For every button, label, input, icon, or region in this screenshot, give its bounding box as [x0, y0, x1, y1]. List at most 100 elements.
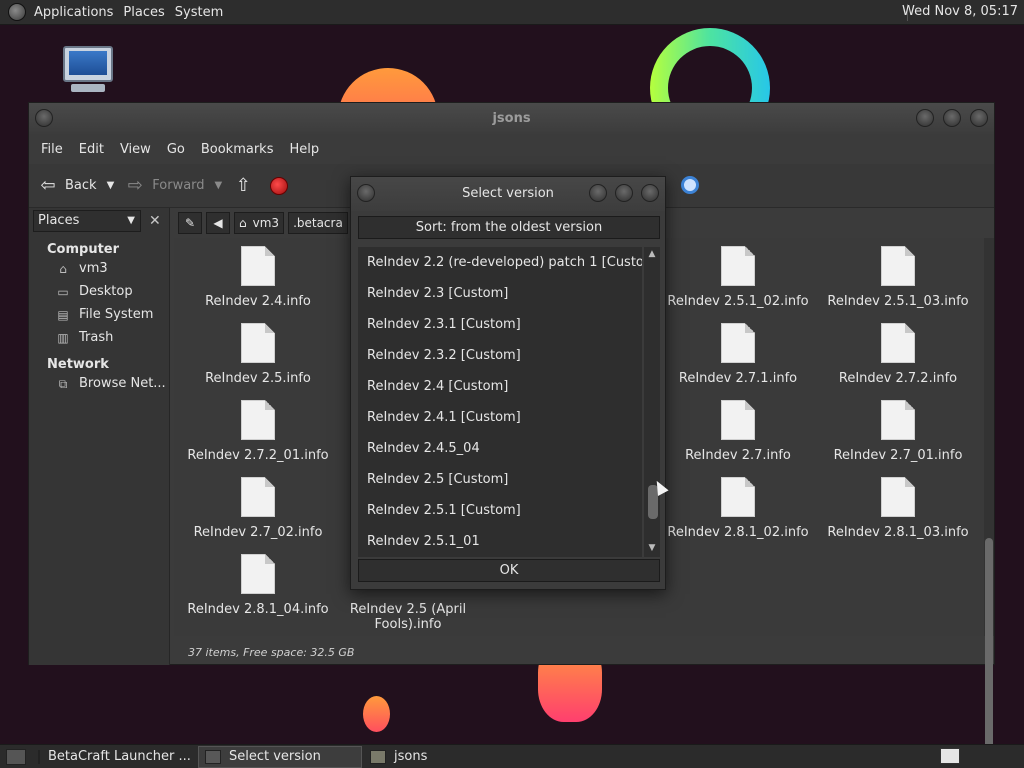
show-desktop-button[interactable]: [6, 748, 26, 765]
home-icon: ⌂: [59, 261, 67, 276]
path-folder-button[interactable]: .betacra: [288, 212, 348, 234]
sidebar-item-desktop[interactable]: ▭ Desktop: [29, 280, 169, 303]
document-icon: [881, 400, 915, 440]
document-icon: [241, 477, 275, 517]
version-item[interactable]: ReIndev 2.4 [Custom]: [358, 371, 642, 402]
search-icon[interactable]: [681, 176, 699, 194]
sidebar: Places ▼ ✕ Computer ⌂ vm3 ▭ Desktop ▤ Fi…: [29, 208, 170, 665]
minimize-button[interactable]: [916, 109, 934, 127]
menu-help[interactable]: Help: [281, 142, 327, 157]
version-item[interactable]: ReIndev 2.4.1 [Custom]: [358, 402, 642, 433]
file-item[interactable]: ReIndev 2.8.1_02.info: [658, 477, 818, 540]
chevron-down-icon[interactable]: ▼: [107, 180, 115, 191]
file-item[interactable]: ReIndev 2.5.1_02.info: [658, 246, 818, 309]
version-item[interactable]: ReIndev 2.2 (re-developed) patch 1 [Cust…: [358, 247, 642, 278]
workspace-switcher[interactable]: [940, 748, 960, 764]
distro-logo-icon[interactable]: [8, 3, 26, 21]
file-item[interactable]: ReIndev 2.7.1.info: [658, 323, 818, 386]
menu-go[interactable]: Go: [159, 142, 193, 157]
maximize-button[interactable]: [615, 184, 633, 202]
back-button[interactable]: ⇦ Back ▼: [37, 175, 114, 196]
file-item[interactable]: ReIndev 2.7.info: [658, 400, 818, 463]
document-icon: [721, 477, 755, 517]
menu-places[interactable]: Places: [121, 5, 172, 20]
version-item[interactable]: ReIndev 2.5 [Custom]: [358, 464, 642, 495]
clock[interactable]: Wed Nov 8, 05:17: [902, 4, 1018, 19]
window-menu-button[interactable]: [357, 184, 375, 202]
menu-bookmarks[interactable]: Bookmarks: [193, 142, 282, 157]
edit-icon: ✎: [184, 216, 196, 230]
status-bar: 37 items, Free space: 32.5 GB: [188, 646, 355, 659]
minimize-button[interactable]: [589, 184, 607, 202]
file-item[interactable]: ReIndev 2.5.1_03.info: [818, 246, 978, 309]
document-icon: [241, 400, 275, 440]
close-button[interactable]: [970, 109, 988, 127]
close-sidebar-icon[interactable]: ✕: [149, 213, 161, 229]
version-item[interactable]: ReIndev 2.5.1 [Custom]: [358, 495, 642, 526]
chevron-up-icon[interactable]: ▲: [646, 249, 658, 261]
up-button[interactable]: ⇧: [232, 175, 260, 196]
version-list: ReIndev 2.2 (re-developed) patch 1 [Cust…: [358, 247, 642, 557]
top-panel: Applications Places System Wed Nov 8, 05…: [0, 0, 1024, 25]
version-item[interactable]: ReIndev 2.3 [Custom]: [358, 278, 642, 309]
task-select-version[interactable]: Select version: [198, 745, 362, 768]
home-icon: ⌂: [239, 216, 247, 230]
stop-icon: [270, 176, 289, 195]
path-scroll-left-button[interactable]: ◀: [206, 212, 230, 234]
document-icon: [241, 323, 275, 363]
version-list-scrollbar[interactable]: ▲ ▼: [644, 247, 660, 557]
select-version-dialog: Select version Sort: from the oldest ver…: [350, 176, 666, 590]
sidebar-item-vm3[interactable]: ⌂ vm3: [29, 257, 169, 280]
file-item[interactable]: ReIndev 2.5.info: [178, 323, 338, 386]
version-item[interactable]: ReIndev 2.3.1 [Custom]: [358, 309, 642, 340]
version-item[interactable]: ReIndev 2.3.2 [Custom]: [358, 340, 642, 371]
chevron-down-icon[interactable]: ▼: [215, 180, 223, 191]
menu-applications[interactable]: Applications: [32, 5, 121, 20]
file-item[interactable]: ReIndev 2.7.2_01.info: [178, 400, 338, 463]
task-betacraft-launcher[interactable]: BetaCraft Launcher ...: [32, 746, 196, 768]
sidebar-item-file-system[interactable]: ▤ File System: [29, 303, 169, 326]
task-jsons[interactable]: jsons: [364, 746, 484, 768]
version-item[interactable]: ReIndev 2.4.5_04: [358, 433, 642, 464]
file-item[interactable]: ReIndev 2.7.2.info: [818, 323, 978, 386]
file-item[interactable]: ReIndev 2.7_02.info: [178, 477, 338, 540]
sidebar-type-select[interactable]: Places ▼: [33, 210, 141, 232]
menubar: File Edit View Go Bookmarks Help: [29, 134, 994, 164]
arrow-right-icon: ⇨: [127, 175, 143, 196]
location-toggle-button[interactable]: ✎: [178, 212, 202, 234]
file-item[interactable]: ReIndev 2.7_01.info: [818, 400, 978, 463]
arrow-up-icon: ⇧: [235, 175, 251, 196]
file-item[interactable]: ReIndev 2.8.1_04.info: [178, 554, 338, 617]
path-home-button[interactable]: ⌂ vm3: [234, 212, 285, 234]
maximize-button[interactable]: [943, 109, 961, 127]
ok-button[interactable]: OK: [358, 559, 660, 582]
window-menu-button[interactable]: [35, 109, 53, 127]
menu-file[interactable]: File: [33, 142, 71, 157]
document-icon: [881, 323, 915, 363]
desktop-computer-icon[interactable]: [60, 46, 116, 100]
chevron-left-icon: ◀: [213, 216, 223, 230]
window-titlebar[interactable]: jsons: [29, 103, 994, 134]
sidebar-item-trash[interactable]: ▥ Trash: [29, 326, 169, 349]
file-view-scrollbar[interactable]: [984, 238, 994, 764]
menu-system[interactable]: System: [173, 5, 231, 20]
chevron-down-icon: ▼: [127, 215, 135, 226]
close-button[interactable]: [641, 184, 659, 202]
file-item[interactable]: ReIndev 2.8.1_03.info: [818, 477, 978, 540]
sort-order-button[interactable]: Sort: from the oldest version: [358, 216, 660, 239]
document-icon: [721, 400, 755, 440]
version-item[interactable]: ReIndev 2.5.1_01: [358, 526, 642, 557]
app-icon: [205, 749, 221, 764]
file-item[interactable]: ReIndev 2.4.info: [178, 246, 338, 309]
document-icon: [241, 554, 275, 594]
network-icon: ⧉: [58, 376, 68, 391]
menu-view[interactable]: View: [112, 142, 159, 157]
window-title: jsons: [492, 111, 531, 126]
chevron-down-icon[interactable]: ▼: [646, 543, 658, 555]
sidebar-item-browse-network[interactable]: ⧉ Browse Net...: [29, 372, 169, 395]
trash-icon: ▥: [57, 330, 69, 345]
stop-button[interactable]: [270, 176, 289, 195]
dialog-titlebar[interactable]: Select version: [351, 177, 665, 211]
menu-edit[interactable]: Edit: [71, 142, 112, 157]
forward-button[interactable]: ⇨ Forward ▼: [124, 175, 223, 196]
